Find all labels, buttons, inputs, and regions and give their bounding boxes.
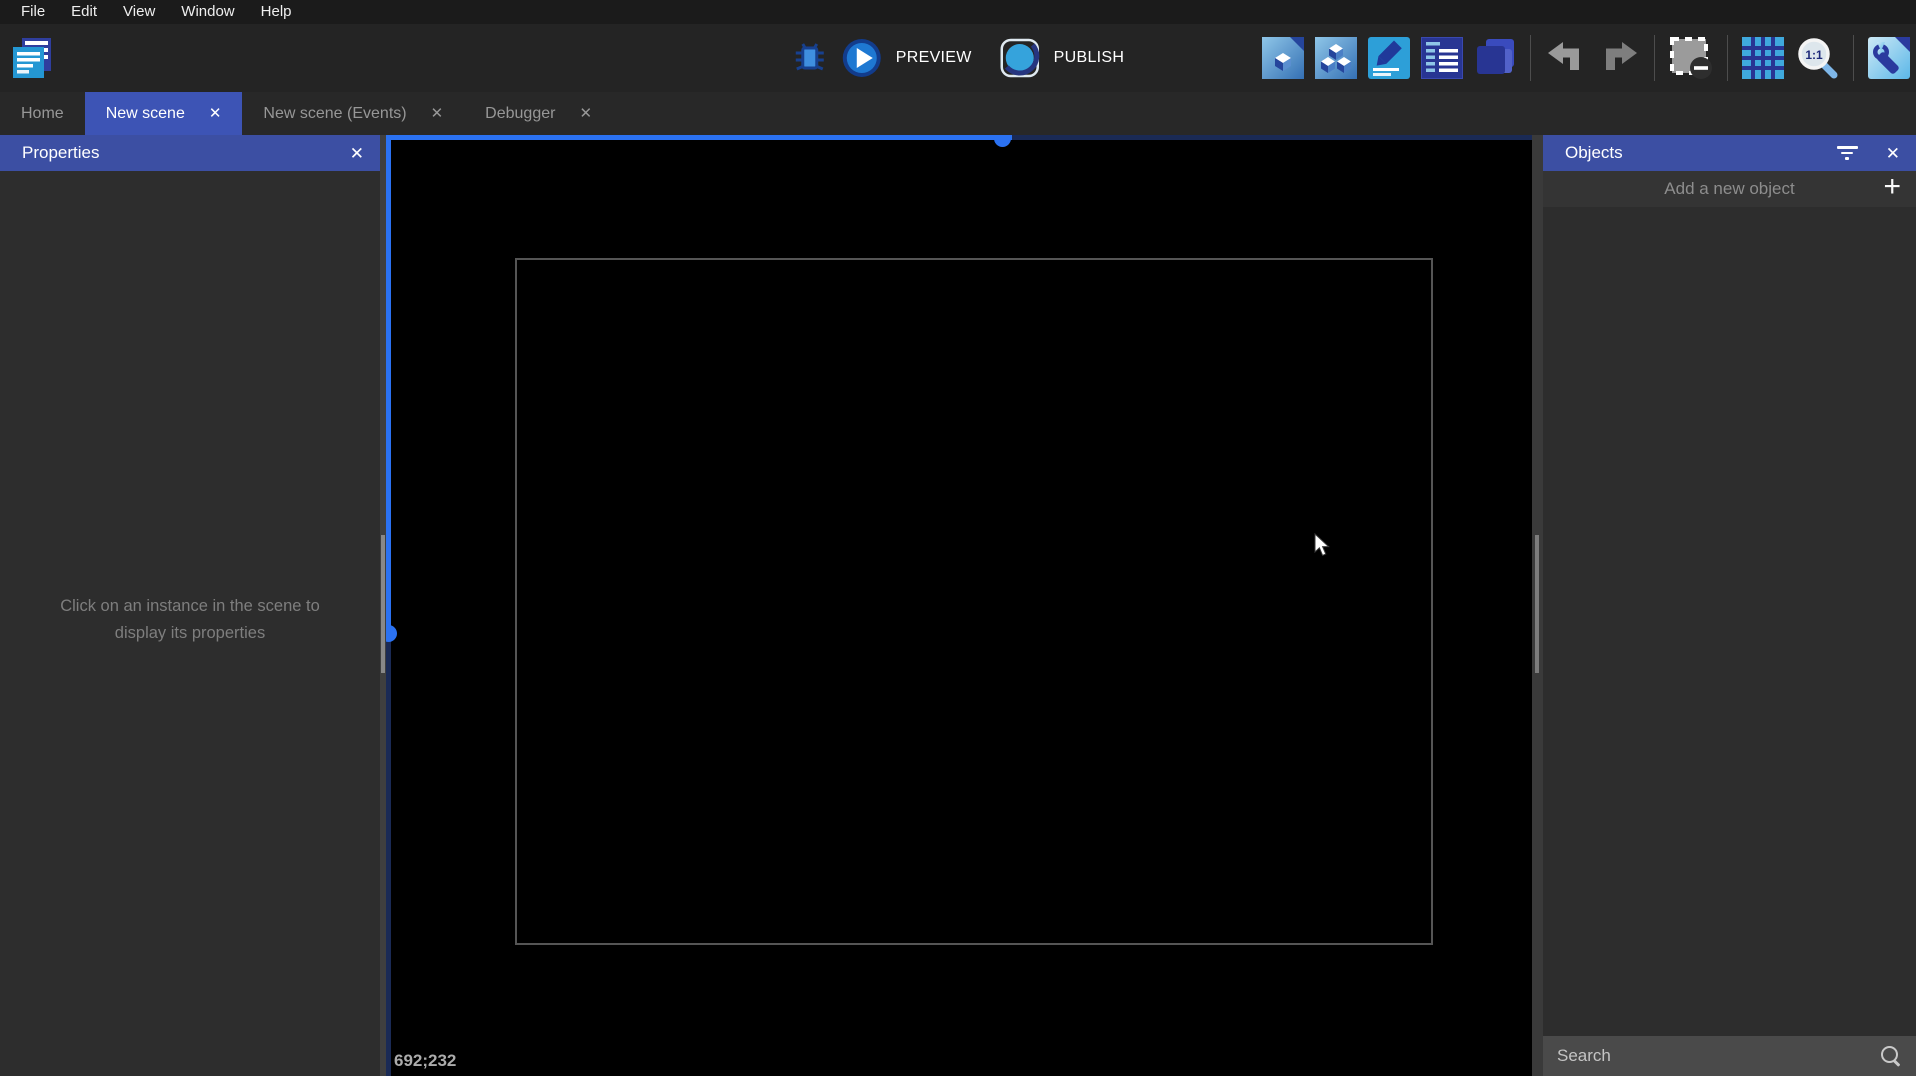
- redo-icon[interactable]: [1598, 40, 1640, 76]
- open-instances-list-icon[interactable]: [1474, 37, 1516, 79]
- grid-icon[interactable]: [1742, 37, 1784, 79]
- scrollbar-thumb[interactable]: [994, 135, 1011, 147]
- canvas-vertical-scrollbar[interactable]: [386, 135, 397, 1076]
- properties-panel: Properties ✕ Click on an instance in the…: [0, 135, 380, 1076]
- open-layers-list-icon[interactable]: [1421, 37, 1463, 79]
- publish-globe-icon[interactable]: [1000, 38, 1040, 78]
- toolbar-separator: [1530, 35, 1531, 81]
- add-new-object-button[interactable]: Add a new object +: [1543, 171, 1916, 207]
- scrollbar-fill: [386, 135, 1012, 140]
- open-object-groups-editor-icon[interactable]: [1315, 37, 1357, 79]
- resize-grip[interactable]: [1535, 535, 1539, 673]
- undo-icon[interactable]: [1545, 40, 1587, 76]
- open-objects-editor-icon[interactable]: [1262, 37, 1304, 79]
- scrollbar-fill: [386, 135, 391, 634]
- menu-help[interactable]: Help: [248, 0, 305, 24]
- search-input[interactable]: [1557, 1046, 1872, 1066]
- main-toolbar: PREVIEW PUBLISH 1:1: [0, 24, 1916, 92]
- menu-bar: File Edit View Window Help: [0, 0, 1916, 24]
- svg-text:1:1: 1:1: [1805, 48, 1823, 62]
- app-logo-icon: [8, 35, 54, 86]
- mouse-cursor: [1314, 532, 1336, 562]
- objects-panel-header: Objects ✕: [1543, 135, 1916, 171]
- tab-label: New scene: [105, 104, 185, 122]
- preview-play-icon[interactable]: [842, 38, 882, 78]
- tab-label: Debugger: [485, 104, 556, 122]
- properties-empty-hint: Click on an instance in the scene to dis…: [0, 593, 380, 646]
- tab-label: New scene (Events): [263, 104, 407, 122]
- filter-icon[interactable]: [1836, 146, 1858, 160]
- menu-edit[interactable]: Edit: [58, 0, 110, 24]
- scrollbar-thumb[interactable]: [386, 625, 397, 642]
- editor-content: Properties ✕ Click on an instance in the…: [0, 135, 1916, 1076]
- publish-button[interactable]: PUBLISH: [1054, 49, 1125, 67]
- properties-panel-title: Properties: [22, 143, 100, 162]
- zoom-1-1-icon[interactable]: 1:1: [1795, 36, 1839, 80]
- scene-canvas[interactable]: 692;232: [386, 135, 1532, 1076]
- close-icon[interactable]: ✕: [350, 145, 364, 162]
- objects-panel-title: Objects: [1565, 143, 1623, 162]
- toolbar-separator: [1654, 35, 1655, 81]
- editor-tab-bar: Home New scene ✕ New scene (Events) ✕ De…: [0, 92, 1916, 135]
- tab-label: Home: [21, 104, 64, 122]
- tab-close-icon[interactable]: ✕: [209, 106, 222, 121]
- add-object-label: Add a new object: [1664, 179, 1795, 198]
- toolbar-right-group: 1:1: [1262, 24, 1910, 92]
- selection-mask-icon[interactable]: [1669, 36, 1713, 80]
- debug-bug-icon[interactable]: [792, 40, 828, 76]
- resize-grip[interactable]: [381, 535, 385, 673]
- menu-file[interactable]: File: [8, 0, 58, 24]
- panel-resize-handle-right[interactable]: [1532, 135, 1543, 1076]
- toolbar-separator: [1727, 35, 1728, 81]
- preview-button[interactable]: PREVIEW: [896, 49, 972, 67]
- objects-search-bar: [1543, 1036, 1916, 1076]
- open-scene-properties-icon[interactable]: [1368, 37, 1410, 79]
- search-icon[interactable]: [1880, 1045, 1902, 1067]
- plus-icon[interactable]: +: [1883, 172, 1901, 202]
- tab-debugger[interactable]: Debugger ✕: [464, 92, 613, 135]
- canvas-horizontal-scrollbar[interactable]: [386, 135, 1532, 147]
- menu-view[interactable]: View: [110, 0, 168, 24]
- toolbar-separator: [1853, 35, 1854, 81]
- close-icon[interactable]: ✕: [1886, 145, 1900, 162]
- scene-settings-icon[interactable]: [1868, 37, 1910, 79]
- tab-new-scene[interactable]: New scene ✕: [84, 92, 243, 135]
- tab-home[interactable]: Home: [0, 92, 85, 135]
- scene-window-bounds: [515, 258, 1433, 945]
- properties-hint-text: Click on an instance in the scene to dis…: [60, 597, 320, 642]
- menu-window[interactable]: Window: [168, 0, 247, 24]
- tab-close-icon[interactable]: ✕: [579, 106, 592, 121]
- toolbar-center-group: PREVIEW PUBLISH: [792, 24, 1124, 92]
- tab-new-scene-events[interactable]: New scene (Events) ✕: [242, 92, 464, 135]
- objects-panel: Objects ✕ Add a new object +: [1543, 135, 1916, 1076]
- properties-panel-header: Properties ✕: [0, 135, 380, 171]
- cursor-coordinates: 692;232: [394, 1051, 457, 1070]
- tab-close-icon[interactable]: ✕: [431, 106, 444, 121]
